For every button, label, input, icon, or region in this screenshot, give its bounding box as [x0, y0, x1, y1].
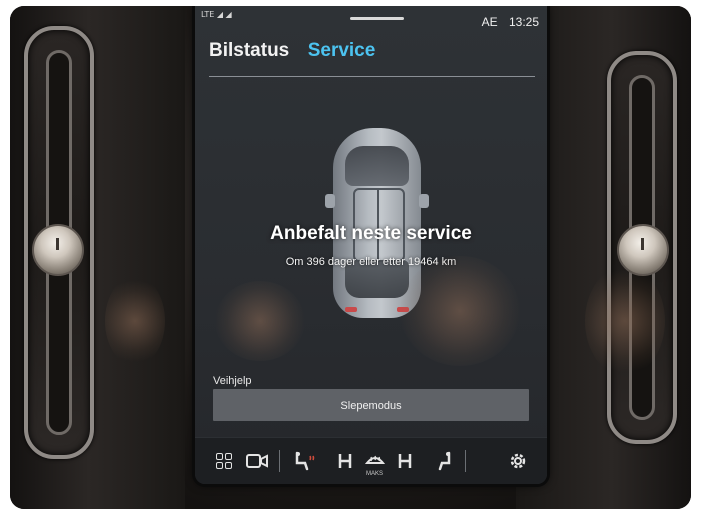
infotainment-screen: LTE ◢ ◢ AE 13:25 Bilstatus Service Anbef…: [195, 6, 547, 484]
finger-reflection: [585, 266, 665, 376]
hand-reflection: [400, 256, 520, 366]
defrost-max-label: MAKS: [366, 471, 384, 477]
hand-reflection: [215, 281, 305, 361]
dashboard-photo: LTE ◢ ◢ AE 13:25 Bilstatus Service Anbef…: [10, 6, 691, 509]
tab-bilstatus[interactable]: Bilstatus: [209, 40, 289, 62]
camera-icon[interactable]: [245, 448, 269, 474]
seat-heat-right-icon[interactable]: [435, 448, 457, 474]
roadside-section-label: Veihjelp: [213, 375, 252, 387]
tab-divider: [209, 76, 535, 77]
climate-dock: MAKS: [195, 437, 547, 484]
settings-gear-icon[interactable]: [507, 448, 529, 474]
pull-down-handle[interactable]: [350, 17, 404, 20]
fan-high-icon[interactable]: [395, 448, 415, 474]
clock: 13:25: [508, 15, 539, 29]
left-vent-knob: [32, 224, 84, 276]
defrost-max-icon[interactable]: MAKS: [362, 448, 388, 477]
service-headline: Anbefalt neste service: [270, 223, 472, 244]
tab-service[interactable]: Service: [308, 40, 376, 62]
fan-low-icon[interactable]: [335, 448, 355, 474]
status-indicator: AE: [481, 15, 498, 29]
seat-heat-left-icon[interactable]: [291, 448, 317, 474]
status-bar-right: AE 13:25: [474, 15, 539, 29]
tab-bar: Bilstatus Service: [209, 40, 389, 62]
finger-reflection: [105, 276, 165, 366]
tow-mode-button[interactable]: Slepemodus: [213, 389, 529, 421]
apps-grid-icon[interactable]: [213, 448, 235, 474]
network-indicator: LTE ◢ ◢: [201, 10, 232, 19]
